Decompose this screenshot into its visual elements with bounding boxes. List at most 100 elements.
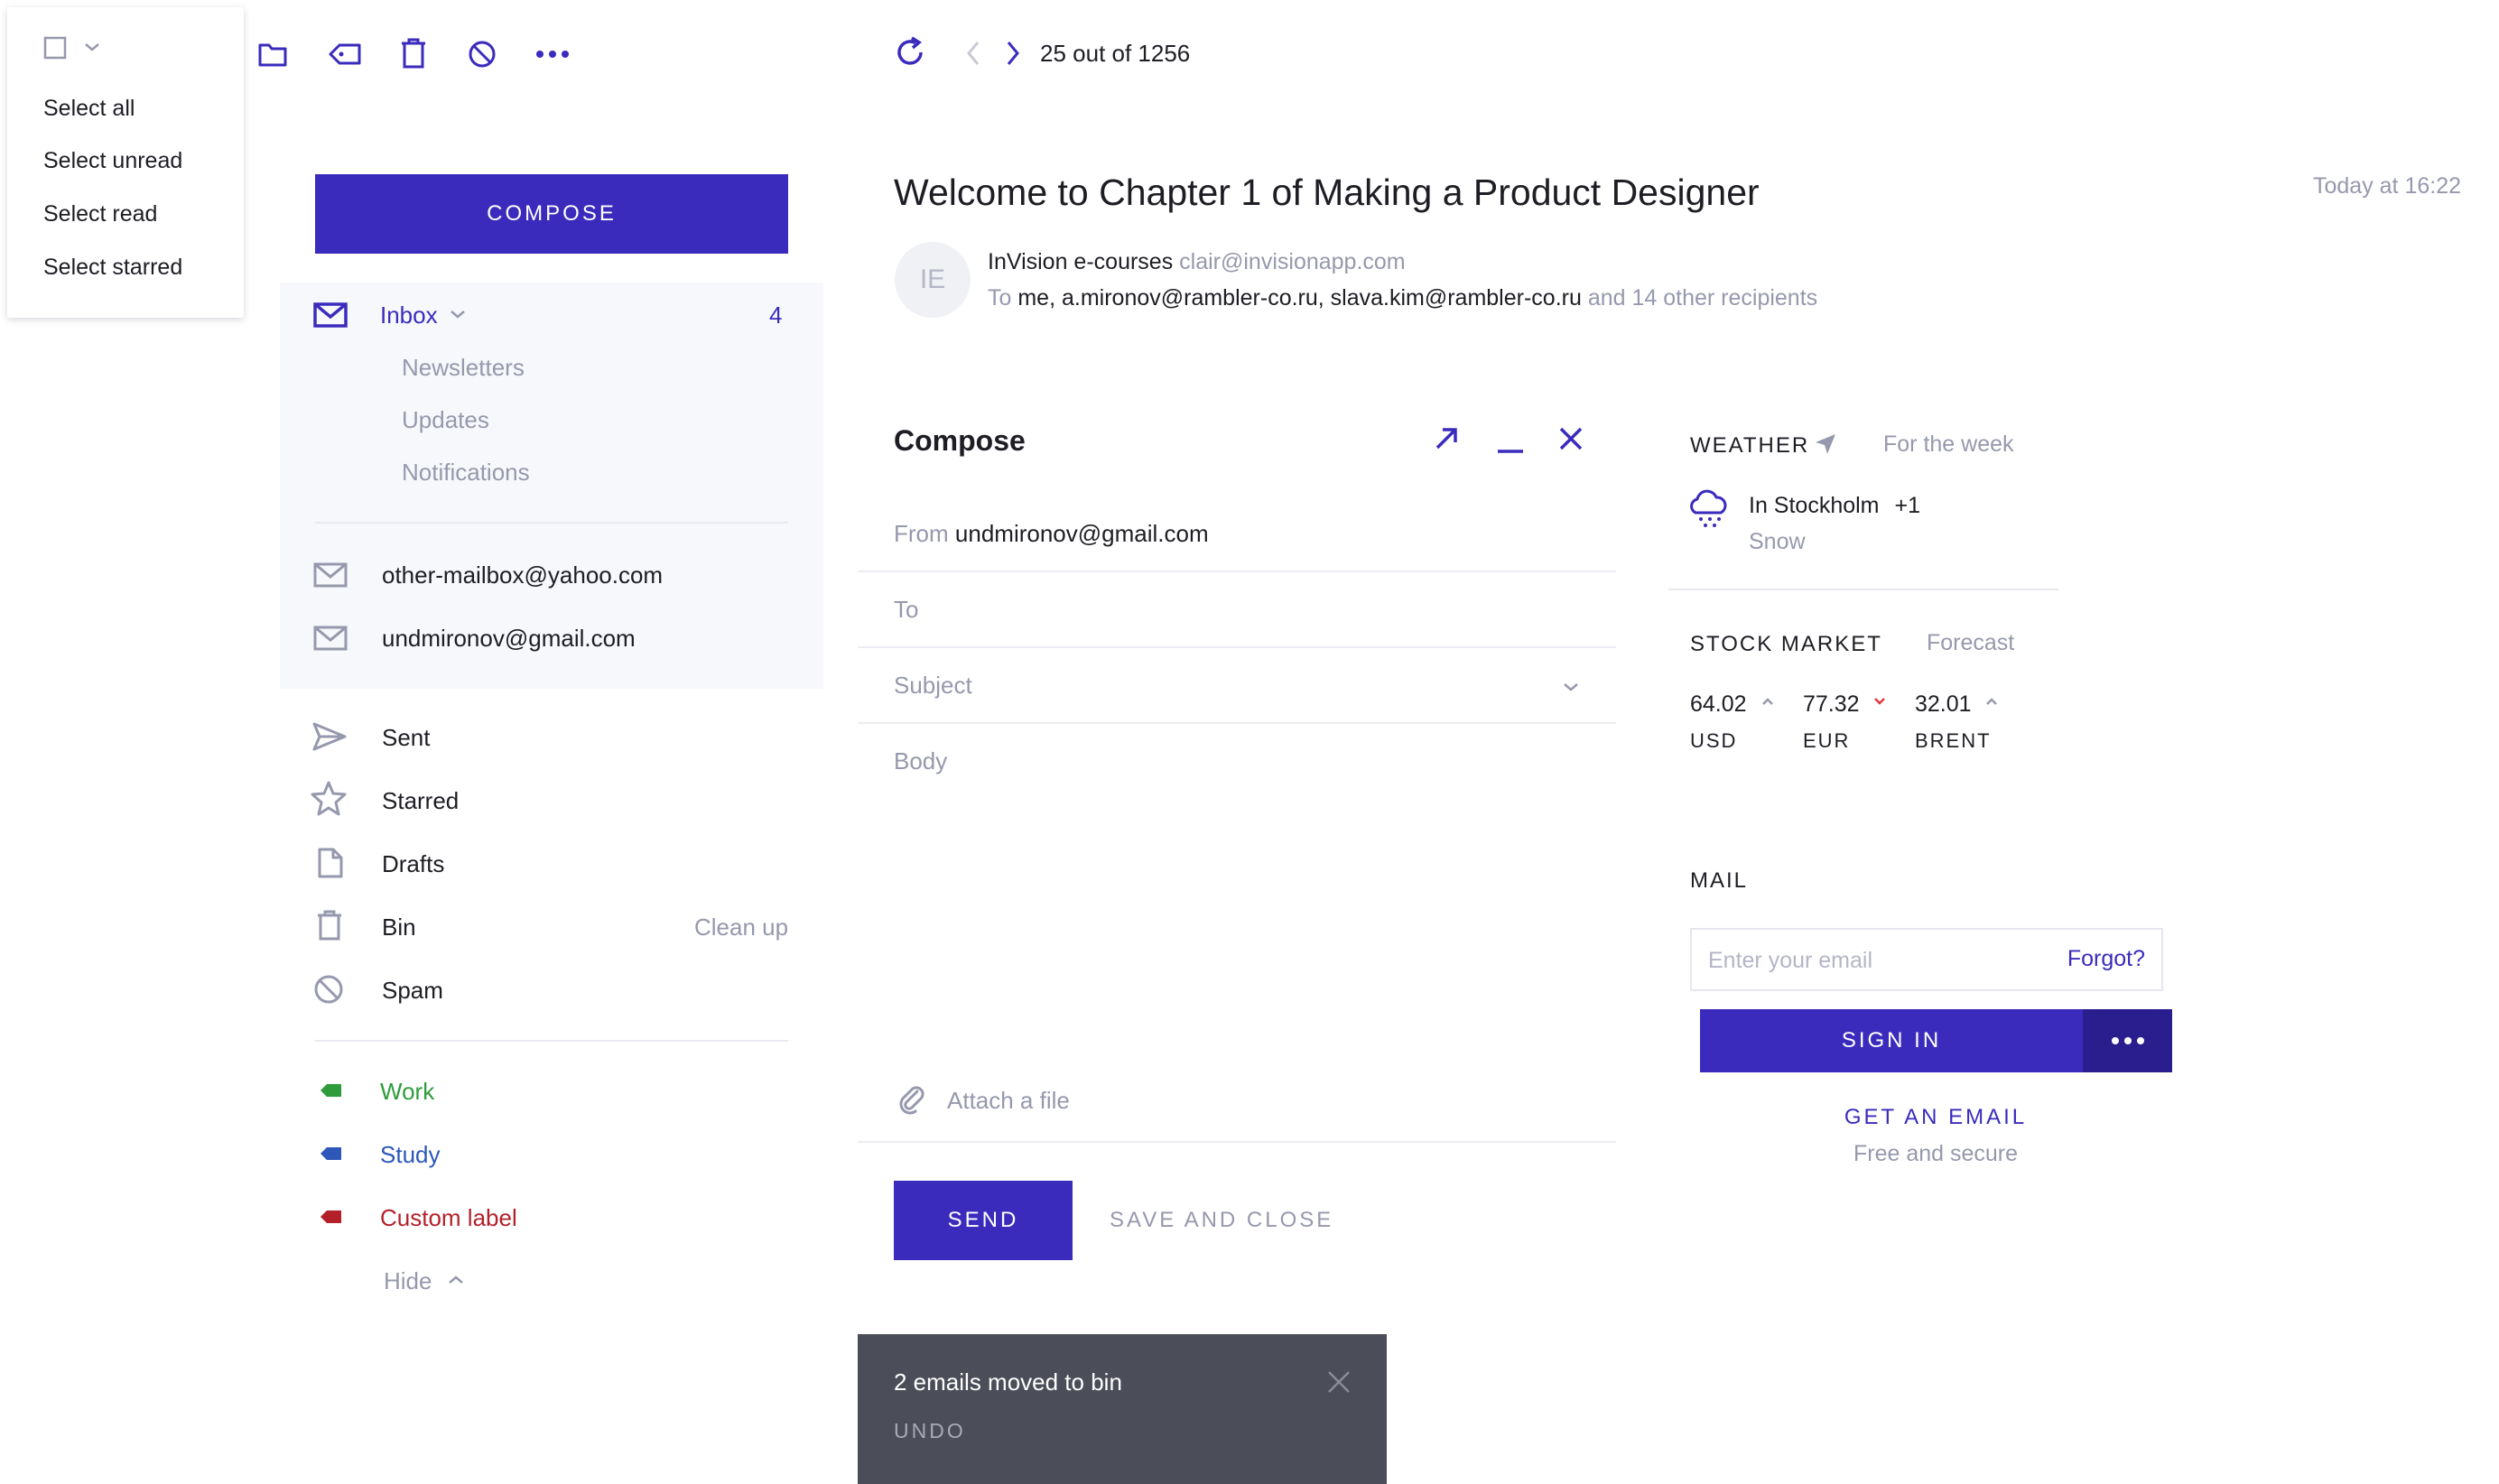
email-subject: Welcome to Chapter 1 of Making a Product… bbox=[894, 172, 1760, 213]
label-item-custom[interactable]: Custom label bbox=[380, 1204, 517, 1232]
stock-name-eur: EUR bbox=[1803, 729, 1851, 752]
menu-item-select-read[interactable]: Select read bbox=[43, 201, 157, 227]
tag-icon bbox=[320, 1208, 343, 1226]
chevron-down-icon[interactable] bbox=[1560, 679, 1582, 695]
toast-message: 2 emails moved to bin bbox=[894, 1368, 1122, 1396]
from-label: From bbox=[894, 520, 949, 547]
label-item-study[interactable]: Study bbox=[380, 1141, 441, 1169]
divider bbox=[858, 722, 1616, 724]
location-arrow-icon[interactable] bbox=[1813, 431, 1838, 457]
account-item[interactable]: undmironov@gmail.com bbox=[382, 625, 636, 653]
divider bbox=[858, 570, 1616, 572]
compose-button[interactable]: COMPOSE bbox=[315, 174, 788, 254]
draft-icon bbox=[316, 847, 345, 879]
to-prefix: To bbox=[988, 285, 1012, 311]
toast-notification: 2 emails moved to bin UNDO bbox=[858, 1334, 1387, 1484]
recipients-line: To me, a.mironov@rambler-co.ru, slava.ki… bbox=[988, 285, 1817, 311]
weather-week-link[interactable]: For the week bbox=[1883, 431, 2014, 458]
block-icon[interactable] bbox=[466, 38, 498, 70]
inbox-count-badge: 4 bbox=[769, 301, 783, 329]
hide-labels-link[interactable]: Hide bbox=[384, 1267, 432, 1295]
to-field[interactable]: To bbox=[894, 596, 918, 624]
mail-icon bbox=[312, 625, 348, 652]
sidebar-item-starred[interactable]: Starred bbox=[382, 787, 459, 815]
close-icon[interactable] bbox=[1325, 1368, 1352, 1396]
mail-widget-title: MAIL bbox=[1690, 868, 1749, 893]
divider bbox=[315, 522, 788, 524]
trend-up-icon bbox=[1984, 695, 1999, 708]
stock-value-usd: 64.02 bbox=[1690, 691, 1747, 717]
close-icon[interactable] bbox=[1556, 424, 1585, 453]
get-email-subtext: Free and secure bbox=[1853, 1141, 2019, 1166]
account-item[interactable]: other-mailbox@yahoo.com bbox=[382, 561, 663, 589]
star-icon bbox=[311, 780, 347, 816]
get-an-email-link[interactable]: GET AN EMAIL bbox=[1690, 1105, 2181, 1130]
from-field: From undmironov@gmail.com bbox=[894, 520, 1209, 548]
weather-temperature: +1 bbox=[1894, 493, 1920, 518]
menu-item-select-all[interactable]: Select all bbox=[43, 96, 135, 122]
label-item-work[interactable]: Work bbox=[380, 1078, 434, 1106]
chevron-down-icon[interactable] bbox=[448, 307, 468, 321]
sender-name: InVision e-courses bbox=[988, 249, 1174, 274]
chevron-up-icon[interactable] bbox=[446, 1273, 466, 1287]
sidebar-item-inbox[interactable]: Inbox bbox=[380, 301, 438, 329]
minimize-icon[interactable] bbox=[1495, 430, 1526, 457]
attach-file-link[interactable]: Attach a file bbox=[947, 1087, 1070, 1115]
send-button[interactable]: SEND bbox=[894, 1181, 1073, 1260]
save-and-close-button[interactable]: SAVE AND CLOSE bbox=[1110, 1208, 1333, 1233]
forecast-link[interactable]: Forecast bbox=[1927, 630, 2014, 656]
sidebar-item-spam[interactable]: Spam bbox=[382, 977, 443, 1005]
pagination-text: 25 out of 1256 bbox=[1040, 40, 1191, 67]
chevron-down-icon[interactable] bbox=[83, 40, 101, 54]
sidebar-item-notifications[interactable]: Notifications bbox=[402, 459, 530, 487]
sidebar-item-bin[interactable]: Bin bbox=[382, 914, 416, 941]
chevron-right-icon[interactable] bbox=[1002, 38, 1024, 69]
mail-icon bbox=[312, 561, 348, 589]
sign-in-more-button[interactable] bbox=[2083, 1009, 2172, 1072]
label-icon[interactable] bbox=[327, 38, 363, 70]
avatar: IE bbox=[895, 242, 971, 318]
menu-item-select-starred[interactable]: Select starred bbox=[43, 255, 182, 281]
stock-name-brent: BRENT bbox=[1915, 729, 1992, 752]
forgot-link[interactable]: Forgot? bbox=[2067, 946, 2145, 972]
sender-email[interactable]: clair@invisionapp.com bbox=[1179, 249, 1405, 274]
sidebar-item-newsletters[interactable]: Newsletters bbox=[402, 354, 525, 382]
from-value[interactable]: undmironov@gmail.com bbox=[955, 520, 1209, 547]
stock-value-eur: 77.32 bbox=[1803, 691, 1860, 717]
select-checkbox[interactable] bbox=[43, 36, 67, 60]
more-icon[interactable] bbox=[534, 45, 571, 63]
other-recipients-link[interactable]: and 14 other recipients bbox=[1588, 285, 1817, 311]
sender-line: InVision e-courses clair@invisionapp.com bbox=[988, 249, 1406, 275]
subject-field[interactable]: Subject bbox=[894, 672, 972, 700]
sidebar-item-updates[interactable]: Updates bbox=[402, 406, 489, 434]
trash-icon[interactable] bbox=[397, 36, 430, 70]
paperclip-icon[interactable] bbox=[897, 1083, 926, 1116]
weather-city: In Stockholm bbox=[1749, 493, 1880, 518]
weather-condition: Snow bbox=[1749, 529, 1806, 554]
weather-title: WEATHER bbox=[1690, 433, 1810, 458]
spam-icon bbox=[312, 973, 345, 1006]
email-time: Today at 16:22 bbox=[2313, 173, 2462, 199]
undo-button[interactable]: UNDO bbox=[894, 1419, 966, 1443]
menu-item-select-unread[interactable]: Select unread bbox=[43, 148, 182, 174]
compose-title: Compose bbox=[894, 424, 1026, 457]
email-input-placeholder: Enter your email bbox=[1708, 948, 1873, 973]
stock-market-title: STOCK MARKET bbox=[1690, 632, 1882, 656]
refresh-icon[interactable] bbox=[892, 34, 928, 70]
snow-cloud-icon bbox=[1686, 487, 1730, 531]
tag-icon bbox=[320, 1145, 343, 1163]
clean-up-link[interactable]: Clean up bbox=[694, 914, 788, 941]
weather-location: In Stockholm +1 bbox=[1749, 493, 1920, 519]
email-input[interactable]: Enter your email Forgot? bbox=[1690, 928, 2163, 991]
stock-value-brent: 32.01 bbox=[1915, 691, 1972, 717]
sign-in-button[interactable]: SIGN IN bbox=[1700, 1009, 2083, 1072]
body-field[interactable]: Body bbox=[894, 747, 947, 775]
stock-name-usd: USD bbox=[1690, 729, 1738, 752]
folder-icon[interactable] bbox=[256, 38, 289, 70]
sidebar-item-sent[interactable]: Sent bbox=[382, 724, 431, 752]
trend-down-icon bbox=[1872, 695, 1887, 708]
sidebar-item-drafts[interactable]: Drafts bbox=[382, 850, 444, 878]
expand-icon[interactable] bbox=[1432, 424, 1461, 453]
chevron-left-icon[interactable] bbox=[962, 38, 984, 69]
divider bbox=[858, 1141, 1616, 1143]
